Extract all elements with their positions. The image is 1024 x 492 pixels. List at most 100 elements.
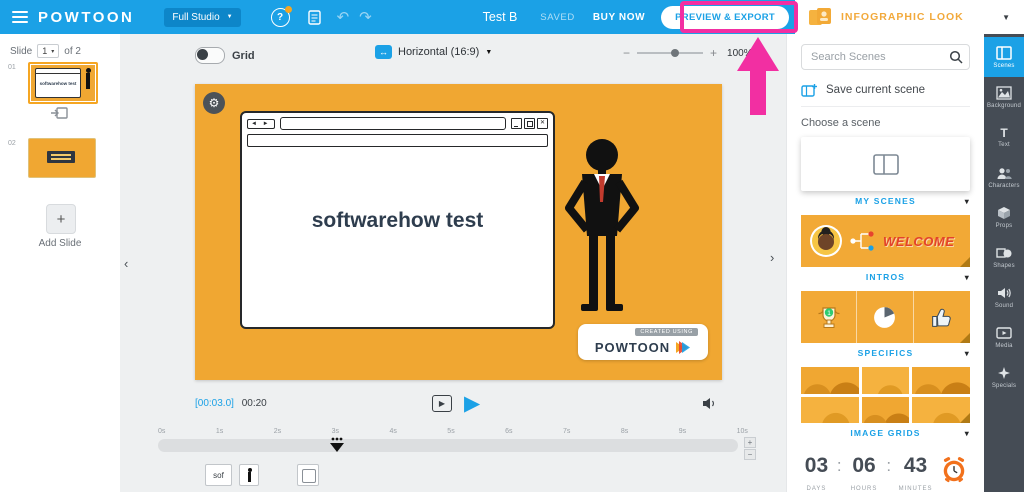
zoom-value: 100% bbox=[727, 47, 753, 59]
look-selector[interactable]: INFOGRAPHIC LOOK ▼ bbox=[795, 0, 1024, 35]
chevron-down-icon[interactable]: ▾ bbox=[965, 429, 970, 438]
browser-toolbar bbox=[247, 134, 548, 147]
scenes-icon bbox=[996, 45, 1012, 60]
timeline-scrubber[interactable] bbox=[328, 436, 346, 453]
grid-toggle[interactable] bbox=[195, 47, 225, 64]
characters-icon bbox=[997, 167, 1012, 179]
timeline-item-prop[interactable] bbox=[297, 464, 319, 486]
slide-thumbnail-2[interactable] bbox=[28, 138, 96, 178]
rail-item-characters[interactable]: Characters bbox=[984, 157, 1024, 197]
ruler-tick: 3s bbox=[331, 428, 339, 435]
text-tool-icon: T bbox=[1000, 125, 1008, 140]
help-button[interactable]: ? bbox=[270, 5, 292, 27]
zoom-control: − + 100% bbox=[623, 47, 753, 59]
slide-thumbnail-1[interactable]: softwarehow test bbox=[28, 62, 98, 104]
rail-item-scenes[interactable]: Scenes bbox=[984, 37, 1024, 77]
browser-window-graphic[interactable]: ◄ ► ✕ softwarehow test bbox=[240, 111, 555, 329]
specifics-label: SPECIFICS bbox=[857, 348, 914, 358]
timer-separator: : bbox=[886, 456, 892, 475]
buy-now-link[interactable]: BUY NOW bbox=[593, 12, 645, 23]
studio-mode-dropdown[interactable]: Full Studio ▼ bbox=[164, 7, 241, 27]
specifics-scene-banner[interactable]: 1 bbox=[801, 291, 970, 343]
ruler-tick: 5s bbox=[447, 428, 455, 435]
volume-icon[interactable] bbox=[701, 396, 718, 411]
slide-canvas[interactable]: ⚙ ◄ ► ✕ softwarehow test CREATED USING P… bbox=[195, 84, 722, 380]
menu-icon[interactable] bbox=[12, 8, 28, 26]
rail-item-background[interactable]: Background bbox=[984, 77, 1024, 117]
save-current-scene-button[interactable]: Save current scene bbox=[801, 74, 970, 107]
rail-item-props[interactable]: Props bbox=[984, 197, 1024, 237]
add-transition-button[interactable] bbox=[50, 106, 68, 120]
play-button[interactable]: ▶ bbox=[464, 393, 480, 414]
expand-scenes-panel-icon[interactable]: › bbox=[770, 250, 774, 265]
grid-toggle-group: Grid bbox=[195, 47, 255, 64]
collapse-slides-panel-icon[interactable]: ‹ bbox=[124, 256, 128, 271]
timeline-track[interactable] bbox=[158, 436, 738, 453]
chevron-down-icon: ▼ bbox=[226, 14, 233, 20]
slide-number-dropdown[interactable]: 1 ▾ bbox=[37, 44, 60, 58]
ruler-tick: 7s bbox=[563, 428, 571, 435]
powtoon-watermark: CREATED USING POWTOON bbox=[578, 324, 708, 360]
image-grids-scene-banner[interactable] bbox=[801, 367, 970, 423]
thumbnail-browser-graphic: softwarehow test bbox=[35, 68, 81, 98]
rail-item-media[interactable]: Media bbox=[984, 317, 1024, 357]
slides-panel: Slide 1 ▾ of 2 01 softwarehow test 02 + … bbox=[0, 34, 121, 492]
chevron-down-icon: ▾ bbox=[51, 48, 55, 55]
my-scenes-card[interactable] bbox=[801, 137, 970, 191]
timer-hours-label: HOURS bbox=[850, 486, 878, 492]
alarm-clock-icon bbox=[940, 455, 968, 485]
image-grids-section: IMAGE GRIDS ▾ bbox=[801, 428, 970, 443]
rail-item-sound[interactable]: Sound bbox=[984, 277, 1024, 317]
canvas-text-element[interactable]: softwarehow test bbox=[242, 209, 553, 233]
timeline-zoom-in-button[interactable]: + bbox=[744, 437, 756, 448]
watermark-tag: CREATED USING bbox=[635, 328, 698, 336]
slide-number: 02 bbox=[8, 140, 16, 147]
slide-settings-button[interactable]: ⚙ bbox=[203, 92, 225, 114]
orientation-dropdown[interactable]: ↔ Horizontal (16:9) ▼ bbox=[375, 45, 492, 59]
chevron-down-icon[interactable]: ▾ bbox=[965, 197, 970, 206]
rail-item-text[interactable]: T Text bbox=[984, 117, 1024, 157]
play-slide-button[interactable]: ▶ bbox=[432, 395, 452, 412]
chevron-down-icon[interactable]: ▾ bbox=[965, 273, 970, 282]
ruler-tick: 1s bbox=[215, 428, 224, 435]
slide-counter: Slide 1 ▾ of 2 bbox=[10, 44, 81, 58]
rail-item-shapes[interactable]: Shapes bbox=[984, 237, 1024, 277]
character-element[interactable] bbox=[557, 138, 647, 323]
countdown-timer[interactable]: 03 DAYS : 06 HOURS : 43 MINUTES bbox=[801, 455, 970, 492]
zoom-slider[interactable] bbox=[637, 49, 704, 57]
grid-tile bbox=[801, 367, 859, 394]
intros-scene-banner[interactable]: WELCOME bbox=[801, 215, 970, 267]
script-icon[interactable] bbox=[307, 9, 321, 25]
search-input[interactable] bbox=[801, 44, 970, 70]
choose-scene-label: Choose a scene bbox=[801, 117, 881, 129]
chevron-down-icon[interactable]: ▾ bbox=[965, 349, 970, 358]
elapsed-time: [00:03.0] bbox=[195, 398, 234, 409]
zoom-in-button[interactable]: + bbox=[710, 47, 717, 59]
chevron-down-icon[interactable]: ▼ bbox=[1002, 13, 1010, 22]
undo-icon[interactable]: ↶ bbox=[337, 10, 350, 25]
rail-item-specials[interactable]: Specials bbox=[984, 357, 1024, 397]
prop-thumb-icon bbox=[302, 469, 316, 483]
powtoon-logo[interactable]: POWTOON bbox=[38, 9, 134, 26]
search-icon[interactable] bbox=[949, 50, 963, 64]
asset-rail: Scenes Background T Text Characters Prop… bbox=[984, 34, 1024, 492]
redo-icon[interactable]: ↷ bbox=[359, 10, 372, 25]
flowchart-icon bbox=[850, 231, 874, 251]
media-icon bbox=[996, 326, 1012, 339]
timeline-item-text[interactable]: sof bbox=[205, 464, 232, 486]
image-grids-label: IMAGE GRIDS bbox=[850, 428, 921, 438]
specifics-section: SPECIFICS ▾ bbox=[801, 348, 970, 363]
timeline-item-character[interactable] bbox=[239, 464, 259, 486]
ruler-tick: 2s bbox=[273, 428, 282, 435]
preview-export-button[interactable]: PREVIEW & EXPORT bbox=[661, 5, 789, 29]
timeline-zoom-out-button[interactable]: − bbox=[744, 449, 756, 460]
zoom-slider-knob[interactable] bbox=[671, 49, 680, 57]
rail-label: Scenes bbox=[993, 62, 1015, 69]
studio-mode-label: Full Studio bbox=[172, 11, 220, 23]
browser-body: softwarehow test bbox=[242, 147, 553, 307]
zoom-out-button[interactable]: − bbox=[623, 47, 630, 59]
add-slide-button[interactable]: + bbox=[46, 204, 76, 234]
trophy-icon: 1 bbox=[818, 306, 840, 328]
ruler-tick: 8s bbox=[620, 428, 629, 435]
look-thumbnail-icon bbox=[807, 6, 833, 28]
